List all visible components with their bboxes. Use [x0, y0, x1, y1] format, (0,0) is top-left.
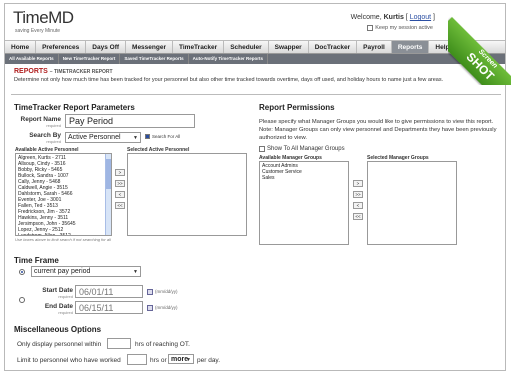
- subnav-item[interactable]: Saved TimeTracker Reports: [120, 54, 189, 64]
- list-item[interactable]: Sales: [262, 175, 346, 181]
- move-button[interactable]: <: [115, 191, 125, 198]
- keep-session-label: Keep my session active: [375, 25, 433, 31]
- ot-suffix: hrs of reaching OT.: [135, 341, 190, 348]
- move-button[interactable]: >>: [353, 191, 363, 198]
- permissions-description: Please specify what Manager Groups you w…: [259, 119, 497, 141]
- limit-compare-select[interactable]: more: [168, 354, 194, 365]
- keep-session[interactable]: Keep my session active: [367, 25, 433, 31]
- header: TimeMD saving Every Minute Welcome, Kurt…: [5, 4, 505, 40]
- move-button[interactable]: >: [115, 169, 125, 176]
- page-subtitle: – TIMETRACKER REPORT: [49, 69, 113, 75]
- search-by-label-text: Search By: [29, 132, 61, 139]
- limit-hours-input[interactable]: [127, 354, 147, 365]
- end-date-input[interactable]: 06/15/11: [75, 301, 143, 314]
- ot-prefix: Only display personnel within: [17, 341, 102, 348]
- start-date-label-text: Start Date: [42, 287, 73, 294]
- period-select[interactable]: current pay period: [31, 266, 141, 277]
- nav-item-days-off[interactable]: Days Off: [86, 41, 127, 53]
- misc-heading: Miscellaneous Options: [14, 325, 102, 334]
- nav-item-messenger[interactable]: Messenger: [126, 41, 173, 53]
- report-name-label: Report Name required: [11, 116, 61, 128]
- permissions-heading: Report Permissions: [259, 103, 335, 112]
- report-name-input[interactable]: Pay Period: [65, 114, 195, 128]
- date-range-radio[interactable]: [19, 297, 25, 303]
- date-format-hint: (mm/dd/yy): [155, 289, 178, 295]
- start-date-picker[interactable]: (mm/dd/yy): [147, 289, 178, 295]
- params-heading: TimeTracker Report Parameters: [14, 103, 135, 112]
- ot-hours-input[interactable]: [107, 338, 131, 349]
- logo: TimeMD: [13, 8, 74, 27]
- timeframe-heading: Time Frame: [14, 256, 59, 265]
- subnav-item[interactable]: Auto-Notify TimeTracker Reports: [189, 54, 269, 64]
- calendar-icon[interactable]: [147, 289, 153, 295]
- move-button[interactable]: >: [353, 180, 363, 187]
- nav-item-preferences[interactable]: Preferences: [36, 41, 87, 53]
- available-list-scrollbar[interactable]: [105, 154, 111, 235]
- user-name: Kurtis: [383, 14, 404, 21]
- nav-item-scheduler[interactable]: Scheduler: [224, 41, 269, 53]
- page-description: Determine not only how much time has bee…: [14, 77, 444, 83]
- show-all-groups-label: Show To All Manager Groups: [267, 146, 345, 152]
- scrollbar-thumb[interactable]: [106, 159, 111, 189]
- nav-item-reports[interactable]: Reports: [391, 41, 430, 53]
- nav-item-payroll[interactable]: Payroll: [357, 41, 392, 53]
- page-title-text: REPORTS: [14, 68, 48, 75]
- app-window: TimeMD saving Every Minute Welcome, Kurt…: [4, 3, 506, 371]
- subnav-item[interactable]: All Available Reports: [5, 54, 59, 64]
- sub-nav: All Available Reports New TimeTracker Rep…: [5, 54, 505, 64]
- nav-item-swapper[interactable]: Swapper: [269, 41, 309, 53]
- welcome-prefix: Welcome,: [350, 14, 382, 21]
- limit-mid: hrs or: [150, 357, 167, 364]
- subnav-item[interactable]: New TimeTracker Report: [59, 54, 121, 64]
- nav-item-timetracker[interactable]: TimeTracker: [173, 41, 225, 53]
- selected-personnel-list[interactable]: [127, 153, 247, 236]
- calendar-icon[interactable]: [147, 305, 153, 311]
- selected-groups-list[interactable]: [367, 161, 457, 245]
- required-note: required: [46, 123, 61, 128]
- search-all[interactable]: Search For All: [145, 134, 180, 139]
- required-note: required: [46, 139, 61, 144]
- period-radio[interactable]: [19, 269, 25, 275]
- start-date-label: Start Date required: [35, 287, 73, 299]
- search-all-label: Search For All: [152, 134, 181, 139]
- available-personnel-list[interactable]: Algreen, Kurtis - 2711 Allsoup, Cindy - 3…: [15, 153, 112, 236]
- logout-link[interactable]: Logout: [410, 14, 431, 21]
- main-nav: Home Preferences Days Off Messenger TimeTrac…: [5, 40, 505, 54]
- search-by-label: Search By required: [11, 132, 61, 144]
- params-hint: Use boxes above to limit search if not s…: [15, 237, 111, 242]
- move-button[interactable]: <: [353, 202, 363, 209]
- screenshot-ribbon: Screen SHOT: [448, 0, 511, 85]
- page-title: REPORTS – TIMETRACKER REPORT: [14, 68, 113, 75]
- move-button[interactable]: <<: [115, 202, 125, 209]
- search-all-checkbox[interactable]: [145, 134, 150, 139]
- required-note: required: [58, 310, 73, 315]
- report-name-label-text: Report Name: [20, 116, 61, 123]
- ribbon-band: Screen SHOT: [448, 17, 511, 85]
- move-button[interactable]: >>: [115, 180, 125, 187]
- search-by-select[interactable]: Active Personnel: [65, 132, 141, 143]
- nav-item-home[interactable]: Home: [5, 41, 37, 53]
- show-all-groups[interactable]: Show To All Manager Groups: [259, 146, 345, 152]
- list-item[interactable]: Lundstrom, Allen - 3512: [18, 233, 109, 235]
- end-date-picker[interactable]: (mm/dd/yy): [147, 305, 178, 311]
- nav-item-doctracker[interactable]: DocTracker: [309, 41, 358, 53]
- keep-session-checkbox[interactable]: [367, 25, 374, 31]
- available-groups-list[interactable]: Account Admins Customer Service Sales: [259, 161, 349, 245]
- date-format-hint: (mm/dd/yy): [155, 305, 178, 311]
- welcome-text: Welcome, Kurtis [ Logout ]: [350, 14, 435, 21]
- end-date-label-text: End Date: [44, 303, 73, 310]
- show-all-groups-checkbox[interactable]: [259, 146, 265, 152]
- logo-tagline: saving Every Minute: [15, 28, 61, 34]
- move-button[interactable]: <<: [353, 213, 363, 220]
- end-date-label: End Date required: [35, 303, 73, 315]
- limit-suffix: per day.: [197, 357, 221, 364]
- limit-prefix: Limit to personnel who have worked: [17, 357, 121, 364]
- start-date-input[interactable]: 06/01/11: [75, 285, 143, 298]
- divider: [11, 94, 501, 95]
- required-note: required: [58, 294, 73, 299]
